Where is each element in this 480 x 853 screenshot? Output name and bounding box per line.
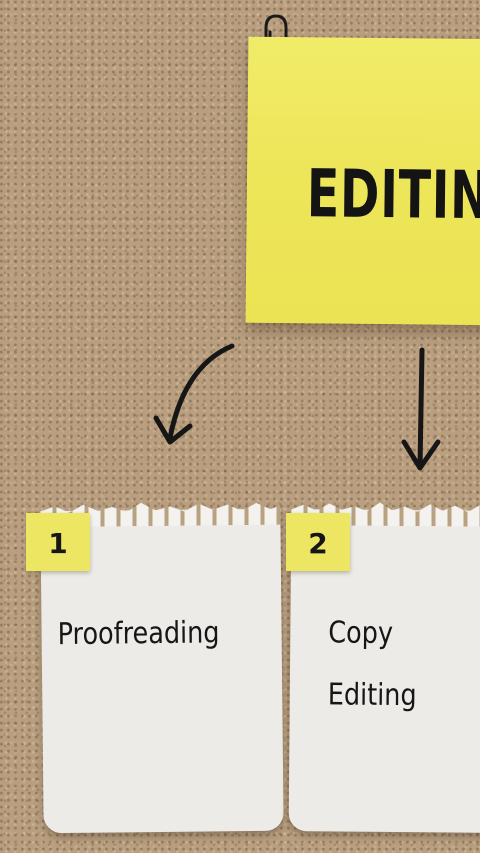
main-note-title: EDITING <box>306 155 480 235</box>
step-1-line-1: Proofreading <box>57 615 220 653</box>
down-arrow-icon <box>401 347 441 471</box>
step-badge-2: 2 <box>286 513 350 571</box>
curved-arrow-icon <box>153 343 235 445</box>
step-number: 1 <box>48 527 68 560</box>
step-2-line-2: Editing <box>327 677 417 714</box>
step-badge-1: 1 <box>26 513 90 571</box>
step-2-line-1: Copy <box>328 615 394 651</box>
step-number: 2 <box>308 527 328 560</box>
main-sticky-note: EDITING <box>245 36 480 326</box>
